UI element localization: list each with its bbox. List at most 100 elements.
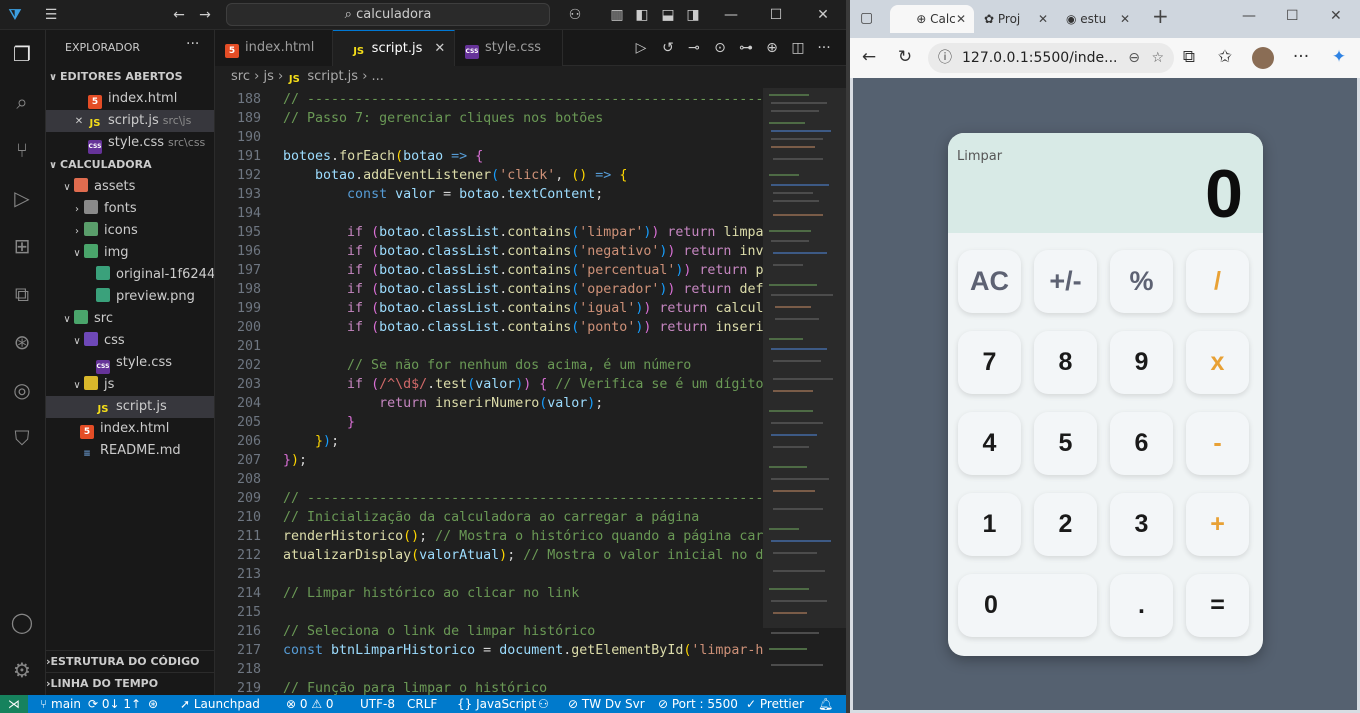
remote-explorer-icon[interactable]: ⧉ xyxy=(8,280,36,308)
key-divide[interactable]: / xyxy=(1186,250,1249,313)
favorites-icon[interactable]: ✩ xyxy=(1214,47,1236,67)
git-graph-status-icon[interactable]: ⊛ xyxy=(148,695,158,713)
key-4[interactable]: 4 xyxy=(958,412,1021,475)
timeline-history-icon[interactable]: ↺ xyxy=(659,40,677,56)
close-icon[interactable]: ✕ xyxy=(70,111,88,133)
tree-item-original[interactable]: original-1f6244... xyxy=(46,264,214,286)
back-icon[interactable]: ← xyxy=(170,6,188,24)
git-compare-icon[interactable]: ⊕ xyxy=(763,40,781,56)
key-multiply[interactable]: x xyxy=(1186,331,1249,394)
launchpad-status[interactable]: ➚ Launchpad xyxy=(180,695,260,713)
key-1[interactable]: 1 xyxy=(958,493,1021,556)
minimize-icon[interactable]: — xyxy=(1242,8,1256,24)
code-editor[interactable]: 188 189 190 191 192 193 194 195 196 197 … xyxy=(215,88,763,695)
key-6[interactable]: 6 xyxy=(1110,412,1173,475)
search-icon[interactable]: ⌕ xyxy=(8,88,36,116)
tab-style-css[interactable]: CSS style.css xyxy=(455,30,563,66)
key-equals[interactable]: = xyxy=(1186,574,1249,637)
run-debug-icon[interactable]: ▷ xyxy=(8,184,36,212)
key-5[interactable]: 5 xyxy=(1034,412,1097,475)
open-editor-script[interactable]: ✕ JS script.js src\js xyxy=(46,110,214,133)
key-3[interactable]: 3 xyxy=(1110,493,1173,556)
run-icon[interactable]: ▷ xyxy=(632,40,650,56)
clear-history-link[interactable]: Limpar xyxy=(957,149,1002,164)
command-center[interactable]: ⌕ calculadora xyxy=(226,3,550,26)
tab-actions-icon[interactable]: ▢ xyxy=(860,10,873,26)
go-back-change-icon[interactable]: ⊸ xyxy=(685,40,703,56)
key-8[interactable]: 8 xyxy=(1034,331,1097,394)
tab-script-js[interactable]: JS script.js ✕ xyxy=(333,30,455,66)
more-icon[interactable]: ··· xyxy=(1290,47,1312,67)
tree-item-js[interactable]: ∨ js xyxy=(46,374,214,396)
key-percent[interactable]: % xyxy=(1110,250,1173,313)
git-graph-icon[interactable]: ⊛ xyxy=(8,328,36,356)
tree-item-fonts[interactable]: › fonts xyxy=(46,198,214,220)
outline-section[interactable]: ›ESTRUTURA DO CÓDIGO xyxy=(46,650,214,672)
copilot-icon[interactable]: ✦ xyxy=(1328,47,1350,67)
project-header[interactable]: ∨ CALCULADORA xyxy=(46,154,214,176)
encoding-status[interactable]: UTF-8 xyxy=(360,695,395,713)
open-editors-header[interactable]: ∨ EDITORES ABERTOS xyxy=(46,66,214,88)
browser-tab-estu[interactable]: ◉ estu ✕ xyxy=(1058,5,1138,33)
copilot-icon[interactable]: ⚇ xyxy=(562,6,588,24)
gitlens-icon[interactable]: ◎ xyxy=(8,376,36,404)
account-icon[interactable]: ◯ xyxy=(8,608,36,636)
site-info-icon[interactable]: ⓘ xyxy=(938,43,952,73)
maximize-icon[interactable]: ☐ xyxy=(1286,8,1299,24)
key-2[interactable]: 2 xyxy=(1034,493,1097,556)
settings-gear-icon[interactable]: ⚙ xyxy=(8,656,36,684)
tree-item-readme[interactable]: ≡ README.md xyxy=(46,440,214,462)
open-editor-style[interactable]: CSS style.css src\css xyxy=(46,132,214,154)
toggle-sidebar-icon[interactable]: ◧ xyxy=(633,6,651,24)
back-icon[interactable]: ← xyxy=(858,47,880,67)
language-status[interactable]: {} JavaScript xyxy=(457,695,536,713)
layout-icon[interactable]: ▥ xyxy=(608,6,626,24)
key-7[interactable]: 7 xyxy=(958,331,1021,394)
close-tab-icon[interactable]: ✕ xyxy=(956,5,966,33)
favorite-star-icon[interactable]: ☆ xyxy=(1151,43,1164,73)
maximize-icon[interactable]: ☐ xyxy=(767,6,785,24)
open-editor-index[interactable]: 5 index.html xyxy=(46,88,214,110)
key-ac[interactable]: AC xyxy=(958,250,1021,313)
breadcrumb-item[interactable]: src xyxy=(231,69,250,84)
close-window-icon[interactable]: ✕ xyxy=(814,6,832,24)
breadcrumb-item[interactable]: js xyxy=(263,69,273,84)
sync-status[interactable]: ⟳ 0↓ 1↑ xyxy=(88,695,141,713)
close-tab-icon[interactable]: ✕ xyxy=(1120,5,1130,33)
minimap-viewport[interactable] xyxy=(763,88,846,628)
remote-indicator-icon[interactable]: ⋊ xyxy=(0,695,28,713)
tree-item-script-js[interactable]: JS script.js xyxy=(46,396,214,418)
key-0[interactable]: 0 xyxy=(958,574,1097,637)
minimap[interactable] xyxy=(763,88,846,695)
notifications-icon[interactable]: 🔔︎ xyxy=(818,695,833,713)
tw-status[interactable]: ⊘ TW Dv Svr xyxy=(568,695,645,713)
tree-item-icons[interactable]: › icons xyxy=(46,220,214,242)
tree-item-assets[interactable]: ∨ assets xyxy=(46,176,214,198)
split-editor-icon[interactable]: ◫ xyxy=(789,40,807,56)
tab-index-html[interactable]: 5 index.html xyxy=(215,30,333,66)
tree-item-src[interactable]: ∨ src xyxy=(46,308,214,330)
address-bar[interactable]: ⓘ 127.0.0.1:5500/inde... ⊖ ☆ xyxy=(928,43,1174,73)
tree-item-css[interactable]: ∨ css xyxy=(46,330,214,352)
extensions-icon[interactable]: ⊞ xyxy=(8,232,36,260)
key-negate[interactable]: +/- xyxy=(1034,250,1097,313)
next-change-icon[interactable]: ⊶ xyxy=(737,40,755,56)
key-decimal[interactable]: . xyxy=(1110,574,1173,637)
bookmarks-icon[interactable]: ⛉ xyxy=(8,424,36,452)
source-control-icon[interactable]: ⑂ xyxy=(8,136,36,164)
new-tab-icon[interactable]: + xyxy=(1152,4,1169,28)
more-actions-icon[interactable]: ··· xyxy=(815,40,833,56)
browser-tab-proj[interactable]: ✿ Proj ✕ xyxy=(976,5,1056,33)
tree-item-style-css[interactable]: CSS style.css xyxy=(46,352,214,374)
breadcrumb-item[interactable]: script.js xyxy=(307,69,358,84)
copilot-status-icon[interactable]: ⚇ xyxy=(538,695,549,713)
extensions-icon[interactable]: ⧉ xyxy=(1178,47,1200,67)
key-9[interactable]: 9 xyxy=(1110,331,1173,394)
zoom-icon[interactable]: ⊖ xyxy=(1128,43,1140,73)
git-commit-icon[interactable]: ⊙ xyxy=(711,40,729,56)
branch-status[interactable]: ⑂ main xyxy=(40,695,81,713)
forward-icon[interactable]: → xyxy=(196,6,214,24)
breadcrumb-item[interactable]: ... xyxy=(372,69,384,84)
close-tab-icon[interactable]: ✕ xyxy=(1038,5,1048,33)
more-actions-icon[interactable]: ··· xyxy=(186,36,199,52)
